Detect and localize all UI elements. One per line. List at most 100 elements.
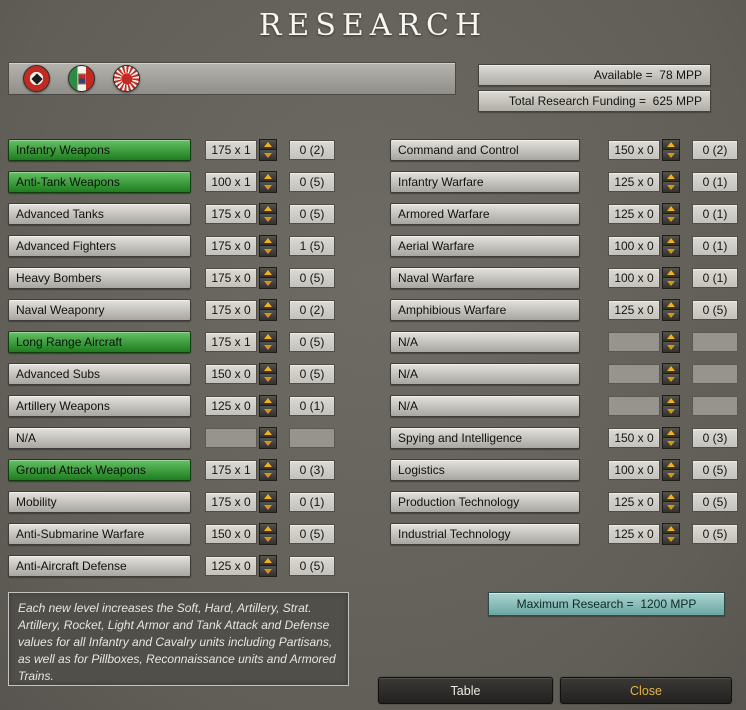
research-category-button[interactable]: Mobility	[8, 491, 191, 513]
research-category-button[interactable]: Infantry Weapons	[8, 139, 191, 161]
research-cost-box	[608, 364, 660, 384]
research-category-button[interactable]: Spying and Intelligence	[390, 427, 580, 449]
research-level-box: 0 (5)	[289, 364, 335, 384]
increase-investment-button[interactable]	[662, 363, 680, 374]
research-category-button[interactable]: Amphibious Warfare	[390, 299, 580, 321]
research-category-button[interactable]: Naval Warfare	[390, 267, 580, 289]
increase-investment-button[interactable]	[662, 235, 680, 246]
increase-investment-button[interactable]	[259, 523, 277, 534]
research-row: N/A	[390, 363, 738, 385]
research-category-button[interactable]: Naval Weaponry	[8, 299, 191, 321]
japanese-flag-icon[interactable]	[113, 65, 140, 92]
decrease-investment-button[interactable]	[662, 502, 680, 513]
increase-investment-button[interactable]	[259, 459, 277, 470]
decrease-investment-button[interactable]	[662, 438, 680, 449]
increase-investment-button[interactable]	[259, 331, 277, 342]
research-category-button[interactable]: Advanced Tanks	[8, 203, 191, 225]
increase-investment-button[interactable]	[259, 139, 277, 150]
increase-investment-button[interactable]	[662, 523, 680, 534]
research-category-button[interactable]: N/A	[390, 363, 580, 385]
decrease-investment-button[interactable]	[259, 374, 277, 385]
decrease-investment-button[interactable]	[662, 342, 680, 353]
italian-flag-icon[interactable]	[68, 65, 95, 92]
decrease-investment-button[interactable]	[259, 438, 277, 449]
down-arrow-icon	[264, 280, 272, 286]
research-category-button[interactable]: Anti-Tank Weapons	[8, 171, 191, 193]
close-button[interactable]: Close	[560, 677, 732, 704]
research-category-button[interactable]: Long Range Aircraft	[8, 331, 191, 353]
research-category-button[interactable]: Heavy Bombers	[8, 267, 191, 289]
down-arrow-icon	[667, 408, 675, 414]
decrease-investment-button[interactable]	[662, 470, 680, 481]
increase-investment-button[interactable]	[259, 203, 277, 214]
decrease-investment-button[interactable]	[662, 182, 680, 193]
increase-investment-button[interactable]	[662, 267, 680, 278]
decrease-investment-button[interactable]	[662, 214, 680, 225]
increase-investment-button[interactable]	[662, 299, 680, 310]
research-category-button[interactable]: Armored Warfare	[390, 203, 580, 225]
research-category-button[interactable]: Anti-Submarine Warfare	[8, 523, 191, 545]
research-category-button[interactable]: Ground Attack Weapons	[8, 459, 191, 481]
decrease-investment-button[interactable]	[662, 534, 680, 545]
research-category-button[interactable]: Advanced Subs	[8, 363, 191, 385]
research-category-button[interactable]: Logistics	[390, 459, 580, 481]
decrease-investment-button[interactable]	[259, 214, 277, 225]
increase-investment-button[interactable]	[662, 171, 680, 182]
research-category-button[interactable]: Aerial Warfare	[390, 235, 580, 257]
decrease-investment-button[interactable]	[259, 406, 277, 417]
increase-investment-button[interactable]	[259, 363, 277, 374]
increase-investment-button[interactable]	[259, 395, 277, 406]
research-category-button[interactable]: Anti-Aircraft Defense	[8, 555, 191, 577]
research-category-button[interactable]: N/A	[8, 427, 191, 449]
research-level-box	[692, 364, 738, 384]
up-arrow-icon	[667, 526, 675, 531]
increase-investment-button[interactable]	[259, 555, 277, 566]
research-category-button[interactable]: N/A	[390, 331, 580, 353]
increase-investment-button[interactable]	[259, 267, 277, 278]
increase-investment-button[interactable]	[662, 395, 680, 406]
decrease-investment-button[interactable]	[259, 150, 277, 161]
research-category-button[interactable]: Production Technology	[390, 491, 580, 513]
increase-investment-button[interactable]	[259, 171, 277, 182]
nation-flags-bar	[8, 62, 456, 95]
table-button[interactable]: Table	[378, 677, 553, 704]
up-arrow-icon	[667, 270, 675, 275]
increase-investment-button[interactable]	[662, 459, 680, 470]
decrease-investment-button[interactable]	[662, 278, 680, 289]
decrease-investment-button[interactable]	[662, 310, 680, 321]
increase-investment-button[interactable]	[259, 491, 277, 502]
decrease-investment-button[interactable]	[259, 502, 277, 513]
research-level-box: 0 (5)	[692, 460, 738, 480]
decrease-investment-button[interactable]	[259, 182, 277, 193]
decrease-investment-button[interactable]	[259, 310, 277, 321]
increase-investment-button[interactable]	[662, 427, 680, 438]
research-category-button[interactable]: Infantry Warfare	[390, 171, 580, 193]
decrease-investment-button[interactable]	[662, 406, 680, 417]
research-cost-box: 175 x 0	[205, 268, 257, 288]
increase-investment-button[interactable]	[662, 203, 680, 214]
research-category-button[interactable]: Industrial Technology	[390, 523, 580, 545]
decrease-investment-button[interactable]	[259, 246, 277, 257]
investment-spinner	[259, 299, 277, 321]
increase-investment-button[interactable]	[662, 491, 680, 502]
decrease-investment-button[interactable]	[259, 278, 277, 289]
decrease-investment-button[interactable]	[259, 342, 277, 353]
decrease-investment-button[interactable]	[259, 534, 277, 545]
decrease-investment-button[interactable]	[259, 566, 277, 577]
german-flag-icon[interactable]	[23, 65, 50, 92]
research-category-button[interactable]: Artillery Weapons	[8, 395, 191, 417]
decrease-investment-button[interactable]	[259, 470, 277, 481]
down-arrow-icon	[264, 472, 272, 478]
decrease-investment-button[interactable]	[662, 374, 680, 385]
research-category-button[interactable]: Command and Control	[390, 139, 580, 161]
research-category-button[interactable]: Advanced Fighters	[8, 235, 191, 257]
research-category-button[interactable]: N/A	[390, 395, 580, 417]
decrease-investment-button[interactable]	[662, 246, 680, 257]
decrease-investment-button[interactable]	[662, 150, 680, 161]
investment-spinner	[662, 331, 680, 353]
increase-investment-button[interactable]	[259, 427, 277, 438]
increase-investment-button[interactable]	[259, 235, 277, 246]
increase-investment-button[interactable]	[259, 299, 277, 310]
increase-investment-button[interactable]	[662, 331, 680, 342]
increase-investment-button[interactable]	[662, 139, 680, 150]
